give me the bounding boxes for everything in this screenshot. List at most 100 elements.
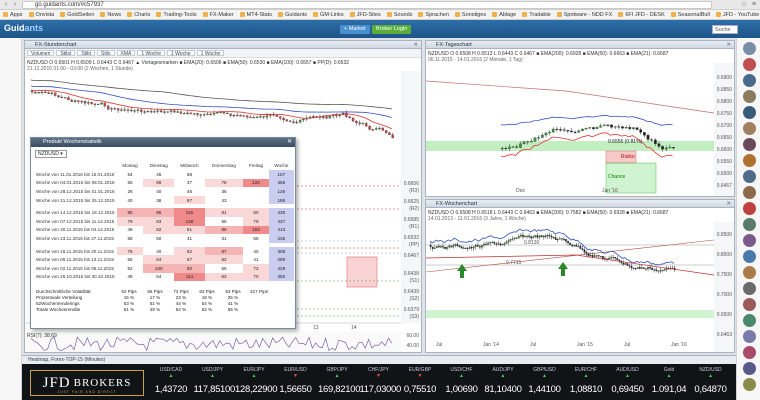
ticker-item[interactable]: AUD/JPY ▲ 81,10400 bbox=[484, 366, 522, 400]
user-avatar[interactable] bbox=[743, 74, 756, 87]
weekly-candle bbox=[438, 245, 440, 248]
search-input[interactable]: Suche bbox=[712, 25, 738, 34]
jfd-brokers-logo[interactable]: JFD BROKERS JUST FAIR AND DIRECT bbox=[30, 370, 144, 396]
bookmark-item[interactable]: Charts bbox=[127, 10, 150, 19]
user-avatar[interactable] bbox=[743, 378, 756, 391]
bookmark-item[interactable]: Onvista bbox=[28, 10, 54, 19]
forward-icon[interactable]: › bbox=[11, 1, 19, 9]
bookmark-item[interactable]: JFD - YouTube bbox=[715, 10, 760, 19]
bookmark-label: JFD - YouTube bbox=[722, 11, 760, 18]
weekly-candle bbox=[456, 244, 459, 246]
bookmark-item[interactable]: FX-Maker bbox=[202, 10, 234, 19]
table-row[interactable]: Woche von 07.12.2015 bis 11.12.2015 79 63 1… bbox=[34, 216, 294, 226]
bookmark-item[interactable]: SeasonalBull bbox=[670, 10, 710, 19]
weekly-chart-canvas[interactable] bbox=[426, 200, 735, 353]
ticker-item[interactable]: CHF/JPY ▼ 117,03000 bbox=[360, 366, 402, 400]
bookmark-item[interactable]: Sounds bbox=[386, 10, 412, 19]
ticker-item[interactable]: Gold ▲ 1.091,04 bbox=[650, 366, 688, 400]
daily-chart-canvas[interactable] bbox=[426, 41, 735, 197]
ticker-item[interactable]: GBP/USD ▲ 1,44100 bbox=[526, 366, 564, 400]
hourly-candle bbox=[199, 114, 203, 116]
daily-candle bbox=[570, 130, 573, 133]
user-avatar[interactable] bbox=[743, 186, 756, 199]
user-avatar[interactable] bbox=[743, 122, 756, 135]
weekly-candle bbox=[581, 248, 584, 250]
user-avatar[interactable] bbox=[743, 250, 756, 263]
bookmark-item[interactable]: Sprachen bbox=[418, 10, 449, 19]
table-row[interactable]: Woche von 04.01.2016 bis 08.01.2016 55 68 3… bbox=[34, 178, 294, 188]
user-avatar[interactable] bbox=[743, 42, 756, 55]
ticker-item[interactable]: EUR/GBP ▼ 0,75510 bbox=[401, 366, 439, 400]
menu-icon[interactable]: ≡ bbox=[750, 1, 758, 9]
weekly-candle bbox=[610, 257, 612, 259]
user-avatar[interactable] bbox=[743, 346, 756, 359]
user-avatar[interactable] bbox=[743, 314, 756, 327]
broker-login-button[interactable]: Broker Login bbox=[372, 25, 412, 34]
bookmark-item[interactable]: Tradable bbox=[522, 10, 551, 19]
user-avatar[interactable] bbox=[743, 298, 756, 311]
bookmark-item[interactable]: MT4-Stats bbox=[239, 10, 272, 19]
weekly-candle bbox=[458, 245, 461, 247]
market-button[interactable]: + Market bbox=[340, 25, 370, 34]
table-row[interactable]: Woche von 16.11.2015 bis 20.11.2015 76 40 6… bbox=[34, 246, 294, 256]
close-icon[interactable]: ✕ bbox=[287, 138, 292, 147]
ticker-item[interactable]: EUR/JPY ▲ 128,22900 bbox=[235, 366, 278, 400]
table-row[interactable]: Woche von 21.12.2015 bis 25.12.2015 40 36 6… bbox=[34, 195, 294, 205]
user-avatar[interactable] bbox=[743, 170, 756, 183]
ticker-item[interactable]: EUR/CHF ▲ 1,08810 bbox=[567, 366, 605, 400]
user-avatar[interactable] bbox=[743, 106, 756, 119]
bookmark-item[interactable]: Trading-Tools bbox=[156, 10, 197, 19]
bookmark-item[interactable]: JFD-Sites bbox=[349, 10, 381, 19]
dialog-title[interactable]: Produkt Wochenstatistik ✕ bbox=[31, 138, 295, 147]
ticker-item[interactable]: NZD/USD ▲ 0,64870 bbox=[692, 366, 730, 400]
bookmark-label: Spotware - NDD FX bbox=[563, 11, 613, 18]
address-bar[interactable]: go.guidants.com/#c57937 bbox=[22, 1, 712, 9]
ticker-item[interactable]: EUR/USD ▼ 1,56650 bbox=[277, 366, 315, 400]
table-row[interactable]: Woche von 30.11.2015 bis 04.12.2015 46 62 6… bbox=[34, 225, 294, 235]
day-value: 56 bbox=[204, 263, 244, 273]
bookmark-item[interactable]: News bbox=[100, 10, 121, 19]
weekly-statistics-dialog[interactable]: Produkt Wochenstatistik ✕ NZDUSD ▾ Montag… bbox=[30, 137, 296, 329]
weekly-candle bbox=[429, 244, 432, 248]
table-row[interactable]: Woche von 14.12.2015 bis 18.12.2015 85 86 1… bbox=[34, 208, 294, 217]
weekly-candle bbox=[579, 246, 582, 249]
bookmark-item[interactable]: GM-Links bbox=[313, 10, 344, 19]
bookmark-item[interactable]: 6FI JFD - DESK bbox=[618, 10, 665, 19]
ticker-item[interactable]: GBP/JPY ▲ 169,82100 bbox=[318, 366, 361, 400]
user-avatar[interactable] bbox=[743, 90, 756, 103]
user-avatar[interactable] bbox=[743, 218, 756, 231]
user-avatar[interactable] bbox=[743, 202, 756, 215]
ticker-item[interactable]: USD/CHF ▲ 1,00690 bbox=[443, 366, 481, 400]
user-avatar[interactable] bbox=[743, 362, 756, 375]
user-avatar[interactable] bbox=[743, 282, 756, 295]
user-avatar-rail bbox=[736, 38, 760, 400]
user-avatar[interactable] bbox=[743, 330, 756, 343]
back-icon[interactable]: ‹ bbox=[2, 1, 10, 9]
bookmark-item[interactable]: GoldSeiten bbox=[60, 10, 94, 19]
table-row[interactable]: Woche von 09.11.2015 bis 13.11.2015 55 64 6… bbox=[34, 255, 294, 264]
table-row[interactable]: Woche von 28.12.2015 bis 01.01.2016 26 40 4… bbox=[34, 187, 294, 196]
user-avatar[interactable] bbox=[743, 234, 756, 247]
weekly-candle bbox=[630, 266, 633, 269]
ticker-item[interactable]: AUD/USD ▲ 0,69450 bbox=[609, 366, 647, 400]
bookmark-item[interactable]: Ablage bbox=[492, 10, 516, 19]
bookmark-item[interactable]: Guidants bbox=[278, 10, 307, 19]
pivot-price-label: 0.6467 bbox=[403, 253, 419, 259]
bookmark-item[interactable]: Sonstiges bbox=[454, 10, 486, 19]
user-avatar[interactable] bbox=[743, 138, 756, 151]
user-avatar[interactable] bbox=[743, 154, 756, 167]
user-avatar[interactable] bbox=[743, 58, 756, 71]
table-row[interactable]: Woche von 11.01.2016 bis 15.01.2016 54 45 5… bbox=[34, 170, 294, 179]
table-row[interactable]: Woche von 02.11.2015 bis 06.11.2015 52 100… bbox=[34, 263, 294, 273]
table-row[interactable]: Woche von 23.11.2015 bis 27.11.2015 58 50 4… bbox=[34, 234, 294, 243]
star-icon[interactable]: ☆ bbox=[740, 1, 748, 9]
bookmark-item[interactable]: Spotware - NDD FX bbox=[556, 10, 613, 19]
guidants-logo[interactable]: Guidants bbox=[4, 23, 43, 33]
bookmark-item[interactable]: Apps bbox=[3, 10, 23, 19]
ticker-item[interactable]: USD/JPY ▲ 117,85100 bbox=[194, 366, 236, 400]
weekly-candle bbox=[481, 245, 483, 248]
user-avatar[interactable] bbox=[743, 266, 756, 279]
ticker-item[interactable]: USD/CAD ▲ 1,43720 bbox=[152, 366, 190, 400]
table-row[interactable]: Woche von 26.10.2015 bis 30.10.2015 49 54 1… bbox=[34, 272, 294, 282]
symbol-select[interactable]: NZDUSD ▾ bbox=[35, 150, 67, 158]
